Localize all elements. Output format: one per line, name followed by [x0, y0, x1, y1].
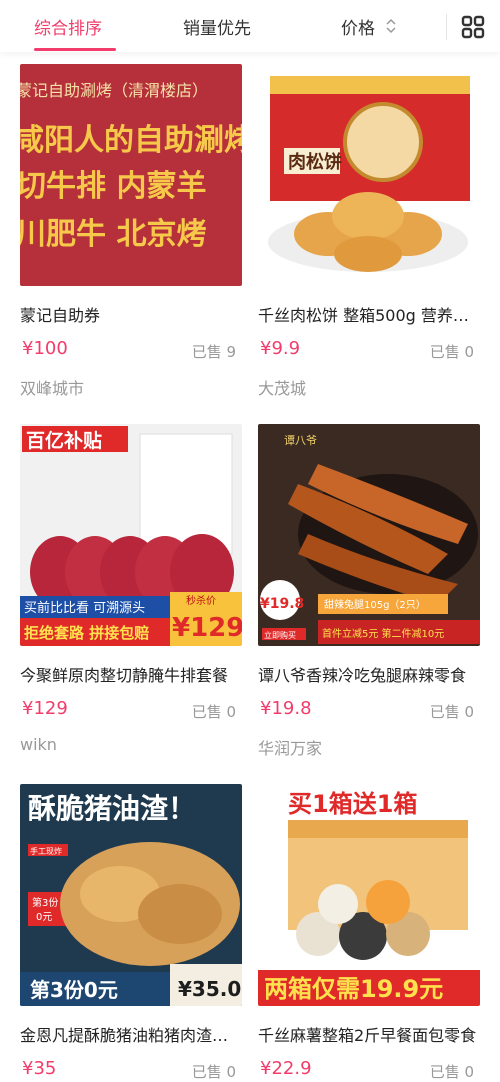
store-name: wikn	[20, 735, 57, 754]
image-caption: 切牛排 内蒙羊	[20, 169, 206, 204]
tab-sales-first[interactable]: 销量优先	[183, 14, 251, 39]
sold-count: 已售 0	[191, 703, 236, 721]
image-caption: 肉松饼	[288, 151, 342, 173]
image-caption: 手工现炸	[30, 846, 62, 856]
active-tab-indicator	[34, 48, 116, 51]
store-name: 双峰城市	[20, 379, 85, 398]
product-title[interactable]: 金恩凡提酥脆猪油粕猪肉渣零食	[20, 1022, 242, 1046]
image-caption: ¥35.0	[178, 977, 241, 1001]
image-caption: 买前比比看 可溯源头	[24, 600, 145, 616]
product-price: ¥9.9	[260, 338, 301, 359]
image-caption: 立即购买	[264, 630, 296, 640]
image-caption: ¥129	[172, 613, 242, 643]
image-caption: 第3份	[32, 896, 58, 909]
image-caption: 谭八爷	[284, 433, 317, 447]
sold-count: 已售 0	[191, 1063, 236, 1081]
image-caption: 咸阳人的自助涮烤	[20, 123, 242, 158]
image-caption: 甜辣兔腿105g（2只）	[324, 598, 426, 611]
sold-count: 已售 9	[191, 343, 236, 361]
image-caption: 蒙记自助涮烤（清渭楼店）	[20, 81, 208, 100]
grid-toggle-icon[interactable]	[460, 14, 486, 40]
image-caption: 0元	[36, 912, 52, 923]
image-caption: 秒杀价	[186, 594, 216, 607]
image-caption: 首件立减5元 第二件减10元	[322, 627, 444, 640]
sort-arrows-icon[interactable]	[386, 16, 396, 36]
product-title[interactable]: 今聚鲜原肉整切静腌牛排套餐	[20, 662, 242, 686]
image-caption: ¥19.8	[260, 596, 304, 612]
product-image[interactable]: 蒙记自助涮烤（清渭楼店） 咸阳人的自助涮烤 切牛排 内蒙羊 川肥牛 北京烤	[20, 64, 242, 286]
image-caption: 酥脆猪油渣！	[28, 792, 196, 825]
image-caption: 第3份0元	[30, 978, 118, 1002]
image-caption: 两箱仅需19.9元	[264, 975, 443, 1003]
sold-count: 已售 0	[429, 703, 474, 721]
product-image[interactable]: 百亿补贴 买前比比看 可溯源头 拒绝套路 拼接包赔 秒杀价 ¥129	[20, 424, 242, 646]
sold-count: 已售 0	[429, 343, 474, 361]
sort-bar: 综合排序 销量优先 价格	[0, 0, 500, 52]
tab-price[interactable]: 价格	[341, 14, 375, 39]
product-image[interactable]: 买1箱送1箱 两箱仅需19.9元	[258, 784, 480, 1006]
product-price: ¥35	[22, 1058, 57, 1079]
image-caption: 百亿补贴	[26, 429, 102, 452]
store-name: 华润万家	[258, 739, 323, 758]
tab-general-sort[interactable]: 综合排序	[34, 14, 102, 39]
product-price: ¥129	[22, 698, 68, 719]
divider	[446, 14, 447, 40]
image-caption: 川肥牛 北京烤	[20, 217, 206, 252]
sold-count: 已售 0	[429, 1063, 474, 1081]
product-image[interactable]: 酥脆猪油渣！ 手工现炸 第3份 0元 第3份0元 ¥35.0	[20, 784, 242, 1006]
store-name: 大茂城	[258, 379, 307, 398]
product-title[interactable]: 千丝肉松饼 整箱500g 营养早餐零食小吃	[258, 302, 480, 326]
product-title[interactable]: 谭八爷香辣冷吃兔腿麻辣零食	[258, 662, 480, 686]
product-image[interactable]: 肉松饼	[258, 64, 480, 286]
product-image[interactable]: 谭八爷 ¥19.8 立即购买 甜辣兔腿105g（2只） 首件立减5元 第二件减1…	[258, 424, 480, 646]
product-price: ¥100	[22, 338, 68, 359]
image-caption: 拒绝套路 拼接包赔	[24, 624, 149, 642]
product-title[interactable]: 蒙记自助券	[20, 302, 242, 326]
product-price: ¥19.8	[260, 698, 312, 719]
product-price: ¥22.9	[260, 1058, 312, 1079]
product-title[interactable]: 千丝麻薯整箱2斤早餐面包零食	[258, 1022, 480, 1046]
image-caption: 买1箱送1箱	[288, 790, 417, 818]
